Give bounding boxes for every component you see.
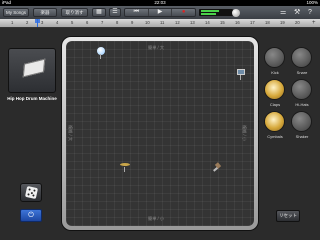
drum-kick-button[interactable] — [264, 47, 285, 68]
grid-icon: ☰ — [112, 9, 118, 15]
level-meter — [199, 9, 233, 16]
ruler-number: 1 — [11, 20, 14, 25]
ruler-number: 9 — [131, 20, 134, 25]
pad-label-top: 簡単 / 大 — [148, 45, 165, 50]
ruler-number: 19 — [280, 20, 285, 25]
playhead — [37, 19, 38, 27]
instrument-view-button[interactable]: ▦ — [92, 8, 106, 17]
add-section-button[interactable]: + — [312, 20, 316, 26]
drum-shaker-button[interactable] — [291, 111, 312, 132]
toolbar: My Songs 楽器 取り消す ▦ ☰ ⏮ ▶ ● ⚌ ⚒ ? — [0, 6, 320, 20]
drum-snare-label: Snare — [296, 70, 308, 75]
pad-label-left: 複雑 / 大 — [68, 124, 74, 142]
drum-snare-button[interactable] — [291, 47, 312, 68]
ruler-number: 13 — [190, 20, 195, 25]
ruler-number: 14 — [205, 20, 210, 25]
ruler-number: 6 — [86, 20, 89, 25]
ruler-number: 2 — [26, 20, 29, 25]
tracks-view-button[interactable]: ☰ — [109, 8, 121, 17]
drum-hihats-label: Hi-Hats — [295, 102, 309, 107]
drum-hihats-button[interactable] — [291, 79, 312, 100]
cymbal-icon — [120, 163, 130, 166]
master-volume-knob[interactable] — [232, 9, 240, 17]
undo-button[interactable]: 取り消す — [61, 8, 88, 17]
record-button[interactable]: ● — [172, 9, 195, 16]
randomize-button[interactable] — [20, 183, 42, 202]
instrument-image[interactable] — [8, 48, 56, 93]
hihat-icon — [237, 69, 245, 75]
cymbal-puck[interactable] — [120, 160, 130, 172]
ruler-number: 4 — [56, 20, 59, 25]
my-songs-button[interactable]: My Songs — [3, 8, 29, 17]
timeline-ruler[interactable]: 1 2 3 4 5 6 7 8 9 10 11 12 13 14 15 16 1… — [0, 19, 320, 28]
info-icon[interactable]: ? — [308, 9, 312, 17]
drum-machine-icon — [22, 58, 46, 78]
ruler-number: 16 — [235, 20, 240, 25]
ruler-number: 20 — [295, 20, 300, 25]
drum-claps-button[interactable] — [264, 79, 285, 100]
dice-icon — [24, 185, 39, 200]
drum-cymbals-button[interactable] — [264, 111, 285, 132]
ruler-number: 5 — [71, 20, 74, 25]
kick-puck[interactable] — [96, 47, 106, 59]
wrench-icon[interactable]: ⚒ — [294, 9, 300, 17]
hihat-puck[interactable] — [236, 68, 246, 80]
drum-kick-label: Kick — [271, 70, 279, 75]
ruler-number: 18 — [265, 20, 270, 25]
pad-label-right: 複雑 / 小 — [242, 124, 248, 142]
power-button[interactable]: ⏻ — [20, 209, 42, 222]
transport-controls: ⏮ ▶ ● — [124, 8, 196, 17]
drum-shaker-label: Shaker — [295, 134, 309, 139]
ruler-number: 3 — [41, 20, 44, 25]
instrument-name: Hip Hop Drum Machine — [7, 96, 57, 101]
power-icon: ⏻ — [28, 212, 34, 219]
xy-pad[interactable] — [66, 41, 254, 226]
instruments-button[interactable]: 楽器 — [33, 8, 57, 17]
ruler-number: 15 — [220, 20, 225, 25]
shaker-puck[interactable] — [211, 162, 222, 175]
pad-label-bottom: 簡単 / 小 — [148, 216, 165, 221]
ruler-number: 7 — [101, 20, 104, 25]
mixer-icon[interactable]: ⚌ — [280, 9, 286, 17]
ruler-number: 10 — [145, 20, 150, 25]
reset-button[interactable]: リセット — [276, 210, 300, 222]
kick-drum-icon — [97, 47, 105, 55]
drum-claps-label: Claps — [269, 102, 281, 107]
ruler-number: 11 — [160, 20, 165, 25]
ruler-number: 8 — [116, 20, 119, 25]
rewind-button[interactable]: ⏮ — [125, 9, 149, 16]
level-meter-left — [201, 10, 219, 12]
piano-icon: ▦ — [96, 9, 102, 15]
play-button[interactable]: ▶ — [149, 9, 173, 16]
level-meter-right — [201, 13, 216, 15]
ruler-number: 17 — [250, 20, 255, 25]
ruler-number: 12 — [175, 20, 180, 25]
drum-cymbals-label: Cymbals — [267, 134, 283, 139]
